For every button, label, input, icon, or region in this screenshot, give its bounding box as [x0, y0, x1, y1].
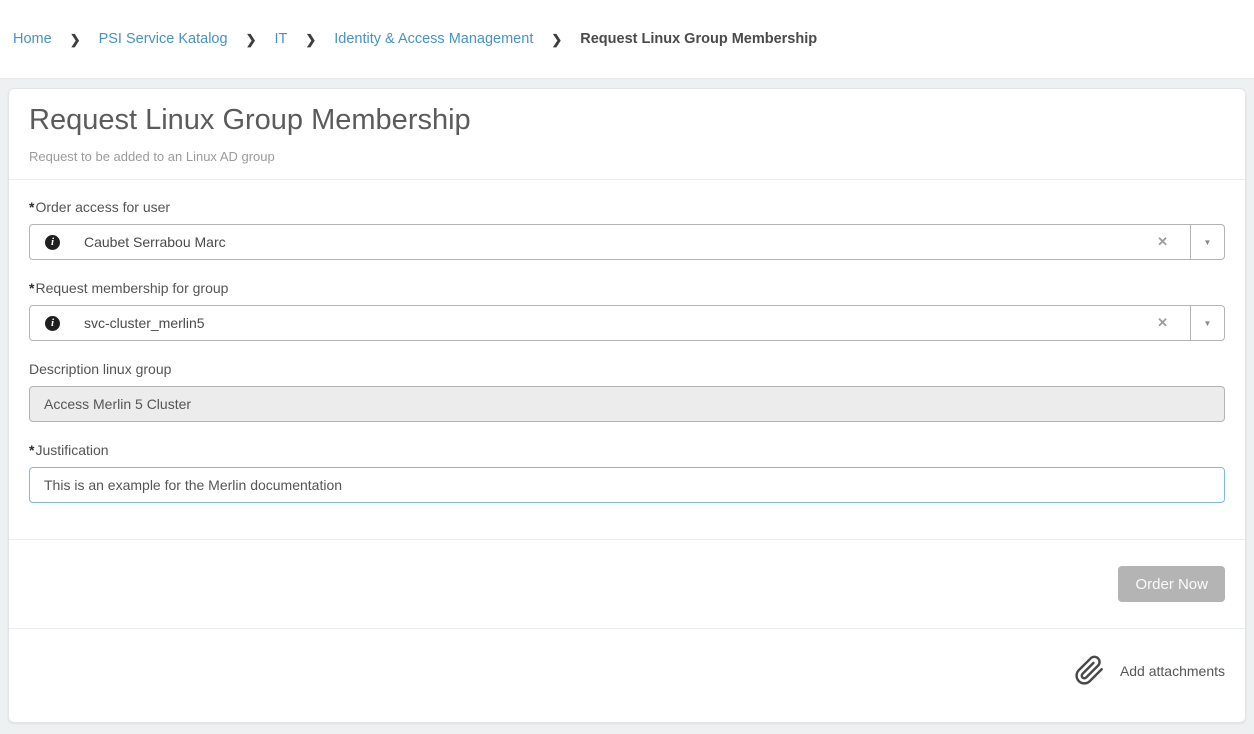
info-icon[interactable]: i	[45, 316, 60, 331]
required-marker: *	[29, 199, 34, 215]
required-marker: *	[29, 442, 34, 458]
group-select[interactable]: i svc-cluster_merlin5 ✕ ▼	[29, 305, 1225, 341]
field-group-justification: *Justification	[29, 442, 1225, 503]
description-readonly-input	[29, 386, 1225, 422]
breadcrumb: Home ❯ PSI Service Katalog ❯ IT ❯ Identi…	[13, 31, 817, 47]
chevron-right-icon: ❯	[551, 33, 562, 46]
justification-field-label: *Justification	[29, 442, 1225, 458]
attachments-section: Add attachments	[9, 629, 1245, 712]
page-subtitle: Request to be added to an Linux AD group	[29, 149, 1225, 164]
chevron-right-icon: ❯	[70, 33, 81, 46]
user-select-value: Caubet Serrabou Marc	[84, 234, 1135, 250]
add-attachments-button[interactable]: Add attachments	[1074, 655, 1225, 686]
dropdown-caret-icon[interactable]: ▼	[1190, 225, 1224, 259]
field-group-description: Description linux group	[29, 361, 1225, 422]
catalog-item-card: Request Linux Group Membership Request t…	[8, 88, 1246, 723]
clear-icon[interactable]: ✕	[1135, 225, 1190, 259]
description-field-label: Description linux group	[29, 361, 1225, 377]
order-now-button[interactable]: Order Now	[1118, 566, 1225, 602]
group-field-label: *Request membership for group	[29, 280, 1225, 296]
required-marker: *	[29, 280, 34, 296]
user-select[interactable]: i Caubet Serrabou Marc ✕ ▼	[29, 224, 1225, 260]
paperclip-icon	[1074, 655, 1105, 686]
breadcrumb-current-page: Request Linux Group Membership	[580, 31, 817, 47]
breadcrumb-item-home[interactable]: Home	[13, 31, 52, 47]
justification-input[interactable]	[29, 467, 1225, 503]
breadcrumb-item-identity-access-management[interactable]: Identity & Access Management	[334, 31, 533, 47]
chevron-right-icon: ❯	[246, 33, 257, 46]
add-attachments-label: Add attachments	[1120, 663, 1225, 679]
field-group-user: *Order access for user i Caubet Serrabou…	[29, 199, 1225, 260]
breadcrumb-bar: Home ❯ PSI Service Katalog ❯ IT ❯ Identi…	[0, 0, 1254, 79]
card-header: Request Linux Group Membership Request t…	[9, 89, 1245, 180]
catalog-form: *Order access for user i Caubet Serrabou…	[9, 180, 1245, 540]
field-group-group: *Request membership for group i svc-clus…	[29, 280, 1225, 341]
group-select-value: svc-cluster_merlin5	[84, 315, 1135, 331]
page-title: Request Linux Group Membership	[29, 104, 1225, 137]
order-section: Order Now	[9, 540, 1245, 629]
breadcrumb-item-psi-service-katalog[interactable]: PSI Service Katalog	[99, 31, 228, 47]
clear-icon[interactable]: ✕	[1135, 306, 1190, 340]
dropdown-caret-icon[interactable]: ▼	[1190, 306, 1224, 340]
user-field-label: *Order access for user	[29, 199, 1225, 215]
breadcrumb-item-it[interactable]: IT	[274, 31, 287, 47]
info-icon[interactable]: i	[45, 235, 60, 250]
chevron-right-icon: ❯	[305, 33, 316, 46]
